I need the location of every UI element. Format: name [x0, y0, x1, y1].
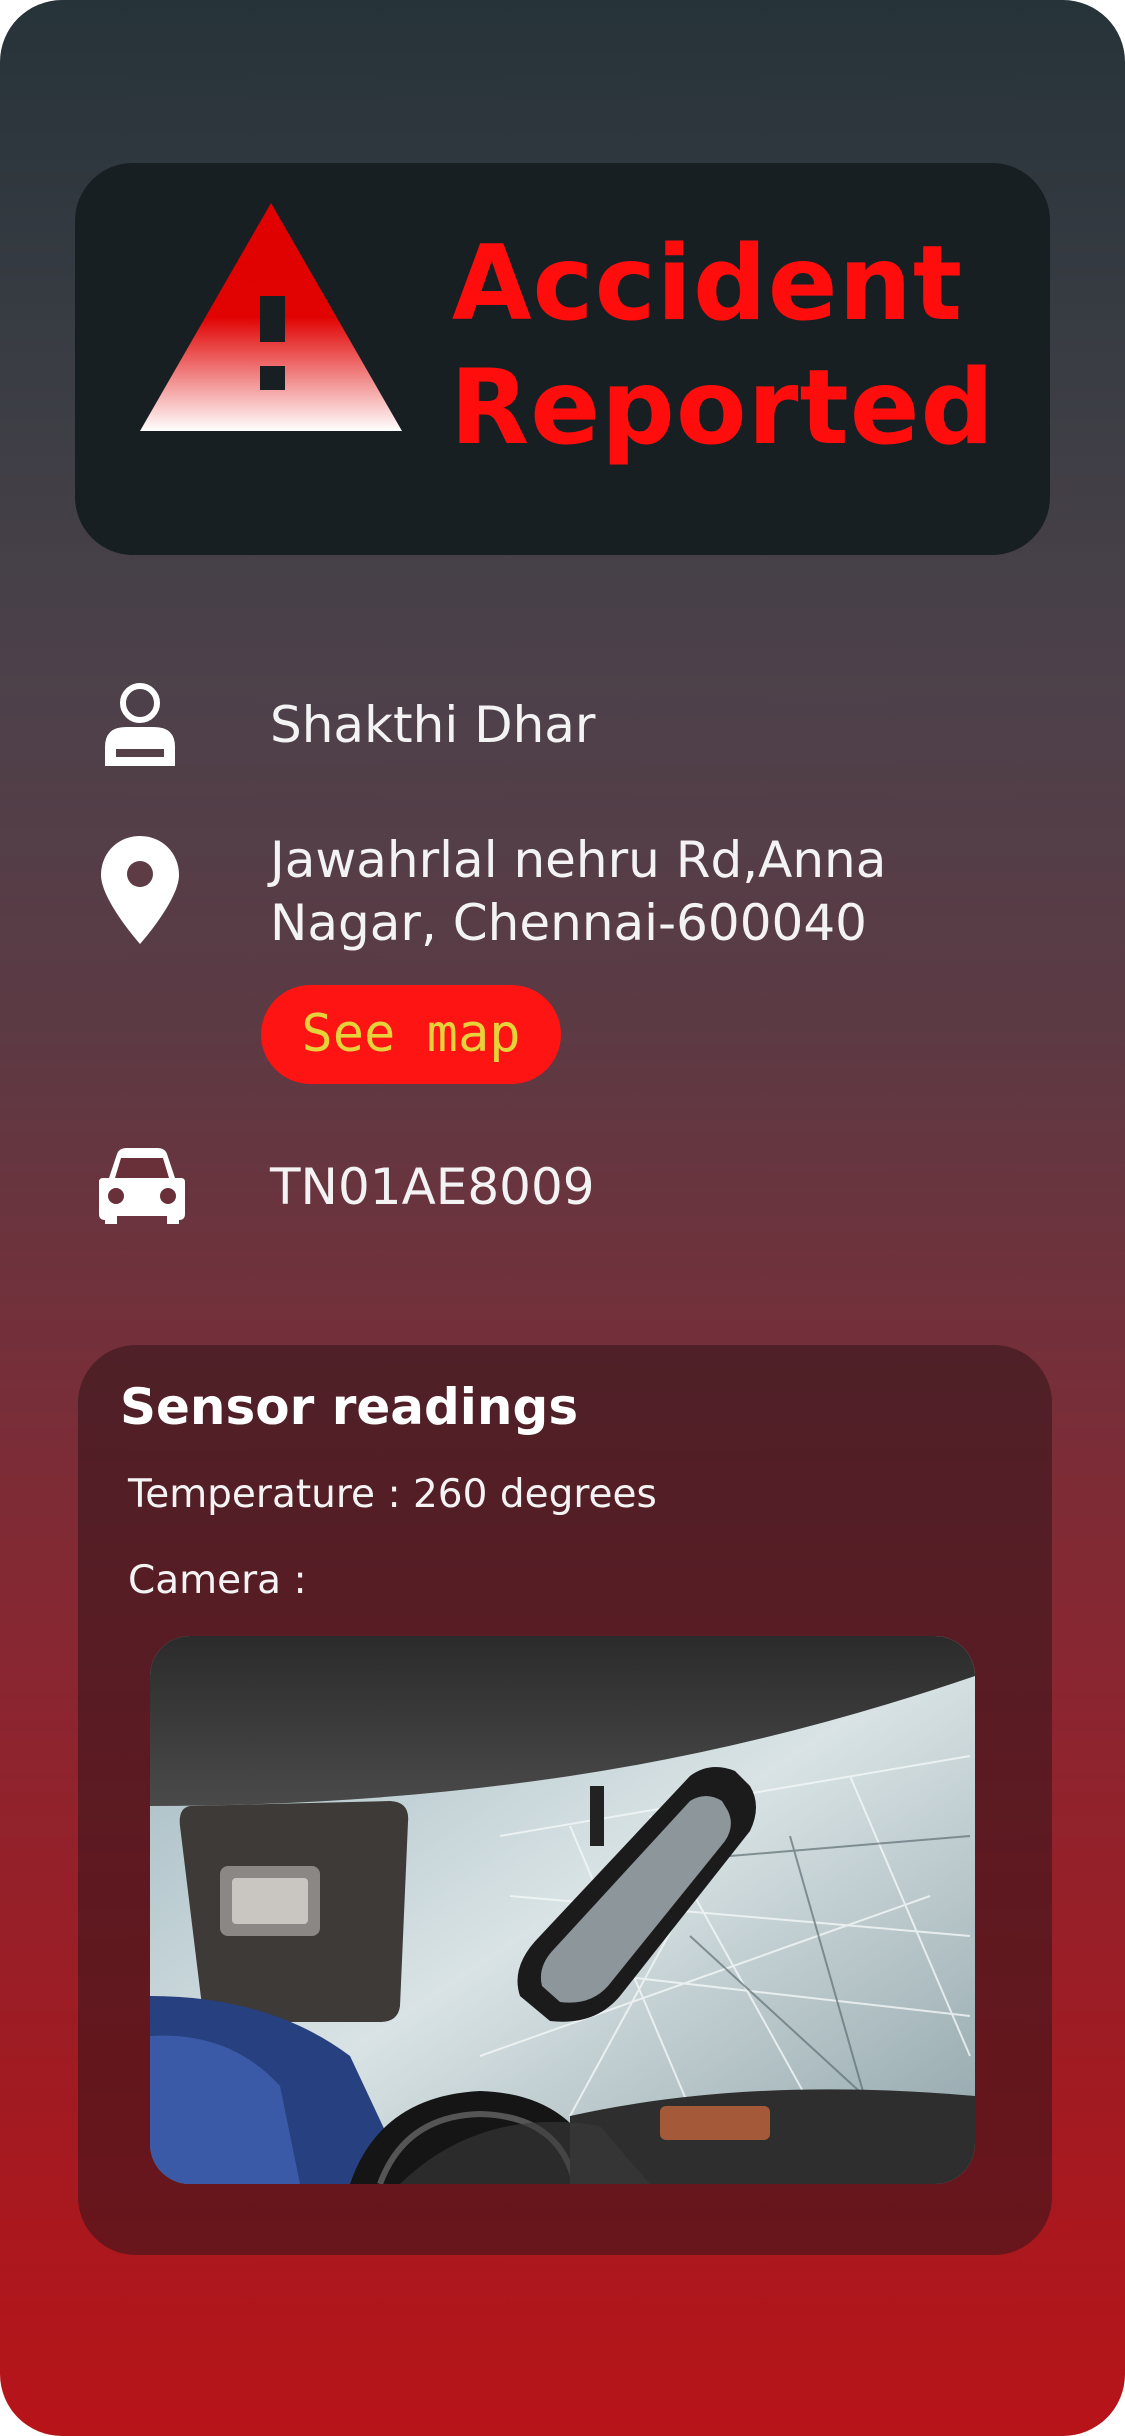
vehicle-plate: TN01AE8009 — [270, 1158, 595, 1216]
car-icon — [99, 1148, 185, 1224]
camera-image — [150, 1636, 975, 2184]
address-line1: Jawahrlal nehru Rd,Anna — [270, 831, 887, 889]
sensor-title: Sensor readings — [120, 1378, 579, 1436]
address: Jawahrlal nehru Rd,Anna Nagar, Chennai-6… — [270, 829, 886, 955]
screen: Accident Reported Shakthi Dhar Jawahrlal… — [0, 0, 1125, 2436]
address-line2: Nagar, Chennai-600040 — [270, 894, 867, 952]
alert-title-line2: Reported — [450, 348, 996, 468]
warning-triangle-icon — [140, 203, 402, 431]
camera-label: Camera : — [128, 1558, 307, 1603]
victim-name: Shakthi Dhar — [270, 696, 596, 754]
user-icon — [105, 683, 175, 766]
alert-title-line1: Accident — [451, 224, 964, 344]
location-pin-icon — [101, 836, 179, 944]
temperature-reading: Temperature : 260 degrees — [128, 1472, 657, 1517]
alert-title: Accident Reported — [450, 222, 996, 470]
see-map-button[interactable]: See map — [261, 985, 561, 1084]
